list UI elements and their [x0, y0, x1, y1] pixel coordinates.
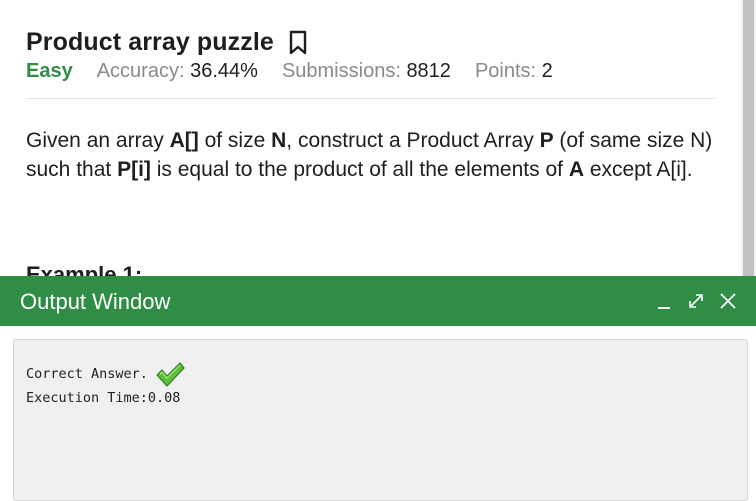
- scrollbar-thumb[interactable]: [743, 0, 754, 276]
- submissions-label: Submissions:: [281, 60, 401, 82]
- result-line: Correct Answer.: [26, 360, 186, 388]
- submissions-value: 8812: [406, 60, 451, 82]
- statement-bold-array: A[]: [169, 129, 199, 152]
- statement-text: of size: [198, 129, 272, 152]
- output-console: Correct Answer. Execution Time:0.08: [13, 339, 748, 501]
- points-label: Points:: [474, 60, 537, 82]
- divider: [26, 98, 715, 99]
- problem-statement: Given an array A[] of size N, construct …: [26, 126, 726, 184]
- statement-text: except A[i].: [583, 158, 693, 181]
- difficulty-badge: Easy: [26, 60, 73, 82]
- points-stat: Points: 2: [475, 60, 553, 83]
- accuracy-stat: Accuracy: 36.44%: [97, 60, 258, 83]
- minimize-icon[interactable]: [654, 289, 674, 313]
- problem-title: Product array puzzle: [26, 28, 274, 56]
- output-window-body: Correct Answer. Execution Time:0.08: [0, 326, 756, 501]
- points-value: 2: [541, 60, 553, 82]
- expand-icon[interactable]: [686, 289, 706, 313]
- problem-panel: Product array puzzle Easy Accuracy: 36.4…: [0, 0, 741, 276]
- statement-text: is equal to the product of all the eleme…: [150, 158, 569, 181]
- output-window-header: Output Window: [0, 276, 756, 326]
- output-window-title: Output Window: [20, 289, 171, 314]
- example-heading: Example 1:: [26, 262, 143, 276]
- statement-bold-product: P: [539, 129, 554, 152]
- statement-text: Given an array: [26, 129, 170, 152]
- statement-text: , construct a Product Array: [286, 129, 540, 152]
- title-row: Product array puzzle: [26, 28, 308, 57]
- submissions-stat: Submissions: 8812: [282, 60, 451, 83]
- problem-meta: Easy Accuracy: 36.44% Submissions: 8812 …: [26, 60, 553, 83]
- close-icon[interactable]: [718, 289, 738, 313]
- window-controls: [654, 289, 738, 313]
- execution-time: Execution Time:0.08: [26, 390, 181, 406]
- accuracy-label: Accuracy:: [96, 60, 185, 82]
- bookmark-icon[interactable]: [288, 30, 308, 56]
- accuracy-value: 36.44%: [190, 60, 258, 82]
- result-text: Correct Answer.: [26, 366, 148, 382]
- statement-bold-a: A: [568, 158, 584, 181]
- statement-bold-pi: P[i]: [117, 158, 151, 181]
- statement-bold-size: N: [271, 129, 287, 152]
- check-icon: [154, 360, 186, 388]
- problem-scrollbar[interactable]: [741, 0, 756, 276]
